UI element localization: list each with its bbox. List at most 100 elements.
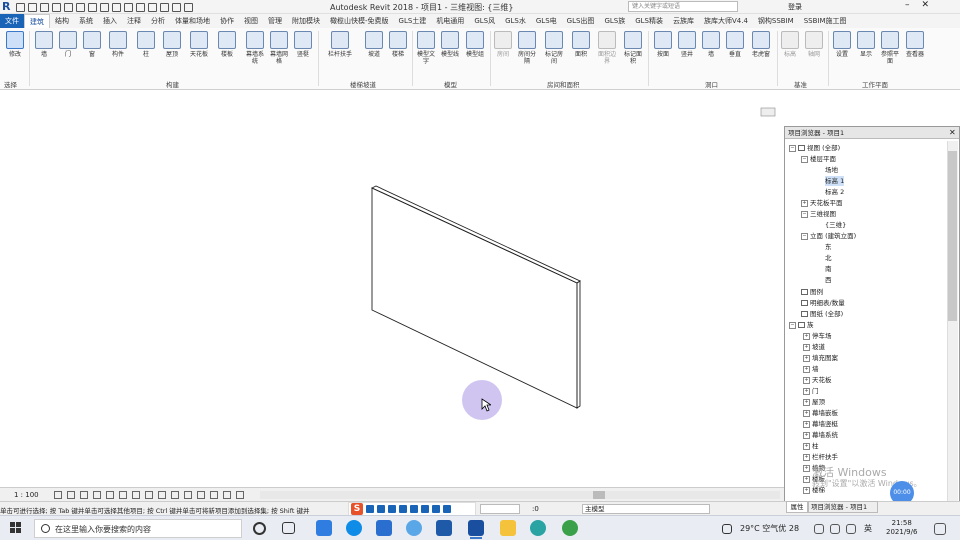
component-button[interactable]: 构件 bbox=[107, 31, 129, 58]
by-face-button[interactable]: 按面 bbox=[653, 31, 673, 58]
model-group-button[interactable]: 模型组 bbox=[464, 31, 486, 58]
tree-item[interactable]: + 坡道 bbox=[803, 342, 825, 352]
panel-select[interactable]: 选择 bbox=[4, 79, 17, 89]
ime-keyboard-icon[interactable] bbox=[410, 505, 418, 513]
tab-cloud-library[interactable]: 云族库 bbox=[668, 14, 699, 28]
save-icon[interactable] bbox=[28, 2, 37, 12]
dimension-icon[interactable] bbox=[100, 2, 109, 12]
tab-project-browser[interactable]: 项目浏览器 - 项目1 bbox=[808, 501, 878, 513]
ime-punct-icon[interactable] bbox=[377, 505, 385, 513]
room-separator-button[interactable]: 房间分隔 bbox=[516, 31, 538, 65]
lock-view-icon[interactable] bbox=[119, 491, 127, 499]
close-icon[interactable]: ✕ bbox=[922, 0, 930, 10]
volume-icon[interactable] bbox=[846, 524, 856, 534]
tab-gls-finish[interactable]: GLS精装 bbox=[630, 14, 668, 28]
project-browser-scroll-thumb[interactable] bbox=[948, 151, 957, 321]
tree-item[interactable]: 图纸 (全部) bbox=[801, 309, 843, 319]
area-boundary-button[interactable]: 面积边界 bbox=[596, 31, 618, 65]
ime-mode-icon[interactable] bbox=[366, 505, 374, 513]
show-crop-icon[interactable] bbox=[145, 491, 153, 499]
switch-windows-icon[interactable] bbox=[184, 2, 193, 12]
revit-app-icon[interactable] bbox=[468, 520, 484, 539]
redo-icon[interactable] bbox=[64, 2, 73, 12]
tab-gls-drawing[interactable]: GLS出图 bbox=[562, 14, 600, 28]
tab-gls-civil[interactable]: GLS土建 bbox=[394, 14, 432, 28]
ime-menu-icon[interactable] bbox=[443, 505, 451, 513]
tree-item[interactable]: + 天花板平面 bbox=[801, 198, 843, 208]
widget-icon[interactable] bbox=[722, 524, 732, 534]
tab-view[interactable]: 视图 bbox=[239, 14, 263, 28]
show-workplane-button[interactable]: 显示 bbox=[856, 31, 876, 58]
tab-architecture[interactable]: 建筑 bbox=[24, 14, 50, 28]
tree-item[interactable]: 南 bbox=[825, 264, 832, 274]
tab-massing[interactable]: 体量和场地 bbox=[170, 14, 215, 28]
file-app-icon[interactable] bbox=[376, 520, 392, 536]
tab-family-master[interactable]: 族库大师V4.4 bbox=[699, 14, 753, 28]
tree-item[interactable]: − 视图 (全部) bbox=[789, 143, 840, 153]
view-scale[interactable]: 1 : 100 bbox=[14, 491, 39, 499]
level-button[interactable]: 标高 bbox=[780, 31, 800, 58]
thin-lines-icon[interactable] bbox=[160, 2, 169, 12]
horizontal-scroll-thumb[interactable] bbox=[593, 491, 605, 499]
render-icon[interactable] bbox=[106, 491, 114, 499]
tab-analyze[interactable]: 分析 bbox=[146, 14, 170, 28]
tag-area-button[interactable]: 标记面积 bbox=[622, 31, 644, 65]
tab-gls-water[interactable]: GLS水 bbox=[500, 14, 531, 28]
tab-gls-electric[interactable]: GLS电 bbox=[531, 14, 562, 28]
tab-gls-family[interactable]: GLS族 bbox=[599, 14, 630, 28]
tree-item[interactable]: + 栏杆扶手 bbox=[803, 452, 838, 462]
tree-item[interactable]: − 楼层平面 bbox=[801, 154, 836, 164]
file-explorer-icon[interactable] bbox=[500, 520, 516, 536]
tree-item[interactable]: 图例 bbox=[801, 287, 823, 297]
temporary-properties-icon[interactable] bbox=[184, 491, 192, 499]
tab-manage[interactable]: 管理 bbox=[263, 14, 287, 28]
ime-voice-icon[interactable] bbox=[399, 505, 407, 513]
browser-app-icon[interactable] bbox=[316, 520, 332, 536]
tree-item[interactable]: + 墙 bbox=[803, 364, 819, 374]
room-button[interactable]: 房间 bbox=[493, 31, 513, 58]
tree-item[interactable]: + 门 bbox=[803, 386, 819, 396]
tree-item[interactable]: + 停车场 bbox=[803, 331, 832, 341]
viewport-canvas[interactable] bbox=[0, 90, 784, 487]
3d-viewport[interactable] bbox=[0, 90, 784, 487]
text-icon[interactable] bbox=[124, 2, 133, 12]
temporary-hide-icon[interactable] bbox=[158, 491, 166, 499]
dormer-button[interactable]: 老虎窗 bbox=[748, 31, 774, 58]
horizontal-scrollbar[interactable] bbox=[260, 491, 780, 499]
tab-insert[interactable]: 插入 bbox=[98, 14, 122, 28]
tab-file[interactable]: 文件 bbox=[0, 14, 24, 28]
tab-structure[interactable]: 结构 bbox=[50, 14, 74, 28]
sun-path-icon[interactable] bbox=[80, 491, 88, 499]
worksharing-icon[interactable] bbox=[197, 491, 205, 499]
search-app-icon[interactable] bbox=[530, 520, 546, 536]
section-icon[interactable] bbox=[148, 2, 157, 12]
undo-icon[interactable] bbox=[52, 2, 61, 12]
task-view-icon[interactable] bbox=[282, 522, 295, 534]
weather-status[interactable]: 29°C 空气优 28 bbox=[740, 523, 799, 534]
tree-item[interactable]: 场地 bbox=[825, 165, 838, 175]
stair-button[interactable]: 楼梯 bbox=[388, 31, 408, 58]
tab-annotate[interactable]: 注释 bbox=[122, 14, 146, 28]
curtain-grid-button[interactable]: 幕墙网格 bbox=[268, 31, 290, 65]
notification-icon[interactable] bbox=[934, 523, 946, 535]
roof-button[interactable]: 屋顶 bbox=[160, 31, 184, 58]
tree-item[interactable]: 标高 1 bbox=[825, 176, 845, 186]
3d-view-icon[interactable] bbox=[136, 2, 145, 12]
tree-item[interactable]: + 柱 bbox=[803, 441, 819, 451]
tree-item[interactable]: − 族 bbox=[789, 320, 814, 330]
open-icon[interactable] bbox=[16, 2, 25, 12]
ceiling-button[interactable]: 天花板 bbox=[186, 31, 212, 58]
sogou-ime-icon[interactable]: S bbox=[351, 503, 363, 515]
remote-app-icon[interactable] bbox=[406, 520, 422, 536]
ime-toolbox-icon[interactable] bbox=[432, 505, 440, 513]
tree-item[interactable]: + 填充图案 bbox=[803, 353, 838, 363]
tree-item[interactable]: 标高 2 bbox=[825, 187, 844, 197]
tab-addins[interactable]: 附加模块 bbox=[287, 14, 325, 28]
ime-emoji-icon[interactable] bbox=[388, 505, 396, 513]
tab-gls-hvac[interactable]: GLS风 bbox=[469, 14, 500, 28]
windows-start-icon[interactable] bbox=[10, 522, 22, 534]
input-language[interactable]: 英 bbox=[864, 523, 872, 534]
panel-room-area[interactable]: 房间和面积 bbox=[547, 79, 580, 89]
tag-room-button[interactable]: 标记房间 bbox=[543, 31, 565, 65]
tree-item[interactable]: 北 bbox=[825, 253, 832, 263]
